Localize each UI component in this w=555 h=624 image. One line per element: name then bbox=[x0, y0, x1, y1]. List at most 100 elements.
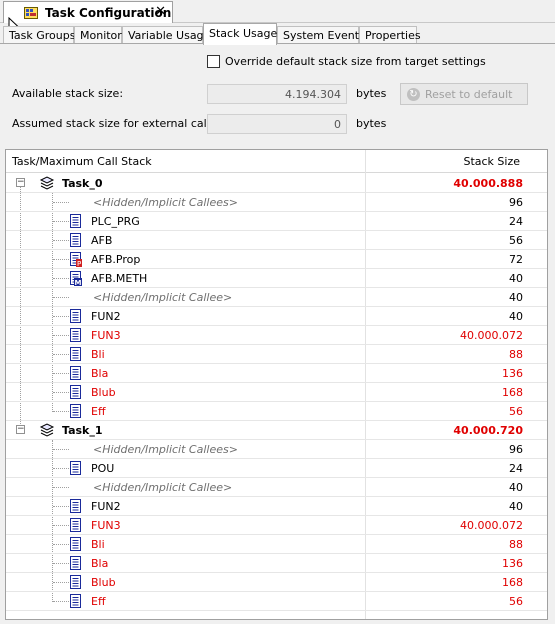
call-stack-row[interactable]: <Hidden/Implicit Callees> 96 bbox=[6, 193, 547, 212]
callee-name: Eff bbox=[91, 595, 106, 608]
svg-text:M: M bbox=[75, 279, 82, 286]
stack-size-value: 96 bbox=[509, 196, 523, 209]
tab-task-groups[interactable]: Task Groups bbox=[3, 26, 75, 44]
tab-properties[interactable]: Properties bbox=[359, 26, 421, 44]
call-stack-row[interactable]: FUN3 40.000.072 bbox=[6, 516, 547, 535]
grid-header: Task/Maximum Call Stack Stack Size bbox=[6, 150, 547, 173]
call-stack-row[interactable]: AFB 56 bbox=[6, 231, 547, 250]
assumed-stack-size-field[interactable]: 0 bbox=[207, 114, 347, 134]
task-icon bbox=[39, 176, 55, 190]
call-stack-row[interactable]: POU 24 bbox=[6, 459, 547, 478]
tab-monitor[interactable]: Monitor bbox=[74, 26, 122, 44]
override-stack-size-label: Override default stack size from target … bbox=[225, 55, 486, 68]
tree-connector-line bbox=[53, 240, 69, 241]
function-icon bbox=[70, 556, 81, 570]
tree-connector-line bbox=[53, 411, 69, 412]
callee-name: <Hidden/Implicit Callees> bbox=[93, 443, 238, 456]
tree-connector-line bbox=[53, 525, 69, 526]
callee-name: FUN2 bbox=[91, 500, 121, 513]
callee-name: <Hidden/Implicit Callee> bbox=[93, 291, 233, 304]
tree-connector-line bbox=[53, 487, 69, 488]
tree-connector-line bbox=[53, 449, 69, 450]
call-stack-row[interactable]: <Hidden/Implicit Callee> 40 bbox=[6, 478, 547, 497]
call-stack-row[interactable]: M AFB.METH 40 bbox=[6, 269, 547, 288]
tree-connector-line bbox=[53, 563, 69, 564]
tree-connector-line bbox=[53, 373, 69, 374]
call-stack-row[interactable]: FUN3 40.000.072 bbox=[6, 326, 547, 345]
tree-connector-line bbox=[53, 316, 69, 317]
function-icon bbox=[70, 499, 81, 513]
stack-size-value: 40 bbox=[509, 481, 523, 494]
program-icon bbox=[70, 214, 81, 228]
close-icon[interactable]: ✕ bbox=[155, 5, 166, 19]
tree-connector-line bbox=[53, 544, 69, 545]
call-stack-row[interactable]: Blub 168 bbox=[6, 383, 547, 402]
call-stack-row[interactable]: <Hidden/Implicit Callee> 40 bbox=[6, 288, 547, 307]
callee-name: Bla bbox=[91, 367, 109, 380]
stack-size-value: 56 bbox=[509, 234, 523, 247]
override-stack-size-checkbox[interactable] bbox=[207, 55, 220, 68]
call-stack-row[interactable]: P AFB.Prop 72 bbox=[6, 250, 547, 269]
stack-size-value: 56 bbox=[509, 595, 523, 608]
call-stack-row[interactable]: PLC_PRG 24 bbox=[6, 212, 547, 231]
call-stack-row[interactable]: FUN2 40 bbox=[6, 497, 547, 516]
function-icon bbox=[70, 385, 81, 399]
reset-to-default-label: Reset to default bbox=[425, 87, 513, 101]
program-icon bbox=[70, 461, 81, 475]
call-stack-row[interactable]: FUN2 40 bbox=[6, 307, 547, 326]
stack-size-value: 40.000.720 bbox=[453, 424, 523, 437]
call-stack-row[interactable]: Bli 88 bbox=[6, 345, 547, 364]
tree-connector-line bbox=[53, 601, 69, 602]
call-stack-row[interactable]: Blub 168 bbox=[6, 573, 547, 592]
reset-to-default-button[interactable]: ↻ Reset to default bbox=[400, 83, 528, 105]
stack-size-value: 24 bbox=[509, 462, 523, 475]
task-icon bbox=[39, 423, 55, 437]
column-header-stack-size[interactable]: Stack Size bbox=[463, 155, 520, 168]
call-stack-row[interactable]: Eff 56 bbox=[6, 402, 547, 421]
tab-variable-usage[interactable]: Variable Usage bbox=[122, 26, 210, 44]
tree-connector-line bbox=[53, 202, 69, 203]
call-stack-row[interactable]: Bla 136 bbox=[6, 364, 547, 383]
collapse-icon[interactable]: − bbox=[16, 425, 25, 434]
column-header-task[interactable]: Task/Maximum Call Stack bbox=[12, 155, 152, 168]
tree-connector-line bbox=[53, 392, 69, 393]
function-icon bbox=[70, 594, 81, 608]
tree-connector-line bbox=[53, 278, 69, 279]
reset-icon: ↻ bbox=[407, 87, 420, 101]
task-name: Task_0 bbox=[62, 177, 103, 190]
tab-panel-border bbox=[0, 43, 555, 44]
call-stack-row[interactable]: Bli 88 bbox=[6, 535, 547, 554]
document-tab-task-configuration[interactable]: Task Configuration ✕ bbox=[3, 1, 173, 23]
task-name: Task_1 bbox=[62, 424, 103, 437]
stack-size-value: 136 bbox=[502, 367, 523, 380]
tree-connector-line bbox=[53, 221, 69, 222]
collapse-icon[interactable]: − bbox=[16, 178, 25, 187]
tab-system-events[interactable]: System Events bbox=[277, 26, 365, 44]
override-stack-size-option[interactable]: Override default stack size from target … bbox=[207, 55, 486, 68]
document-tab-title: Task Configuration bbox=[45, 5, 172, 20]
stack-size-value: 88 bbox=[509, 538, 523, 551]
stack-size-value: 88 bbox=[509, 348, 523, 361]
available-stack-size-field[interactable]: 4.194.304 bbox=[207, 84, 347, 104]
property-icon: P bbox=[70, 252, 82, 267]
function-icon bbox=[70, 537, 81, 551]
call-stack-row[interactable]: <Hidden/Implicit Callees> 96 bbox=[6, 440, 547, 459]
assumed-stack-size-label: Assumed stack size for external calls: bbox=[12, 117, 220, 130]
call-stack-row[interactable]: Eff 56 bbox=[6, 592, 547, 611]
tree-connector-line bbox=[53, 297, 69, 298]
tree-connector-line bbox=[53, 582, 69, 583]
callee-name: Eff bbox=[91, 405, 106, 418]
tree-connector-line bbox=[53, 506, 69, 507]
call-stack-row[interactable]: Bla 136 bbox=[6, 554, 547, 573]
callee-name: FUN3 bbox=[91, 519, 121, 532]
function-icon bbox=[70, 366, 81, 380]
task-row[interactable]: − Task_0 40.000.888 bbox=[6, 174, 547, 193]
stack-size-value: 40.000.888 bbox=[453, 177, 523, 190]
task-row[interactable]: − Task_1 40.000.720 bbox=[6, 421, 547, 440]
stack-usage-tree-grid: Task/Maximum Call Stack Stack Size − Task… bbox=[5, 149, 548, 620]
callee-name: Blub bbox=[91, 386, 116, 399]
tab-stack-usage[interactable]: Stack Usage bbox=[203, 23, 277, 45]
callee-name: POU bbox=[91, 462, 115, 475]
stack-size-value: 40 bbox=[509, 310, 523, 323]
method-icon: M bbox=[70, 271, 82, 286]
